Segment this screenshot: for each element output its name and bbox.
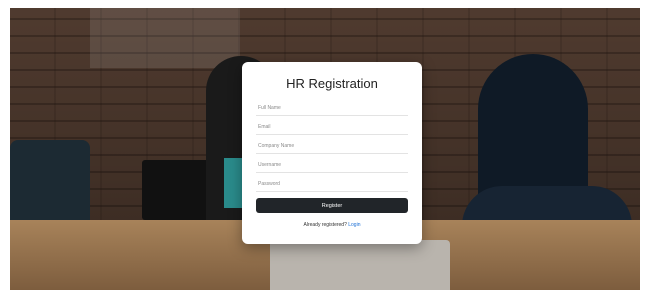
- background-window: [90, 8, 240, 68]
- company-name-field[interactable]: [256, 139, 408, 154]
- email-field[interactable]: [256, 120, 408, 135]
- registration-card: HR Registration Register Already registe…: [242, 62, 422, 244]
- full-name-field[interactable]: [256, 101, 408, 116]
- login-prompt: Already registered? Login: [256, 222, 408, 228]
- already-registered-text: Already registered?: [303, 222, 347, 228]
- register-button[interactable]: Register: [256, 198, 408, 213]
- laptop: [270, 240, 450, 290]
- username-field[interactable]: [256, 158, 408, 173]
- password-field[interactable]: [256, 177, 408, 192]
- login-link[interactable]: Login: [348, 222, 360, 228]
- form-title: HR Registration: [286, 76, 378, 91]
